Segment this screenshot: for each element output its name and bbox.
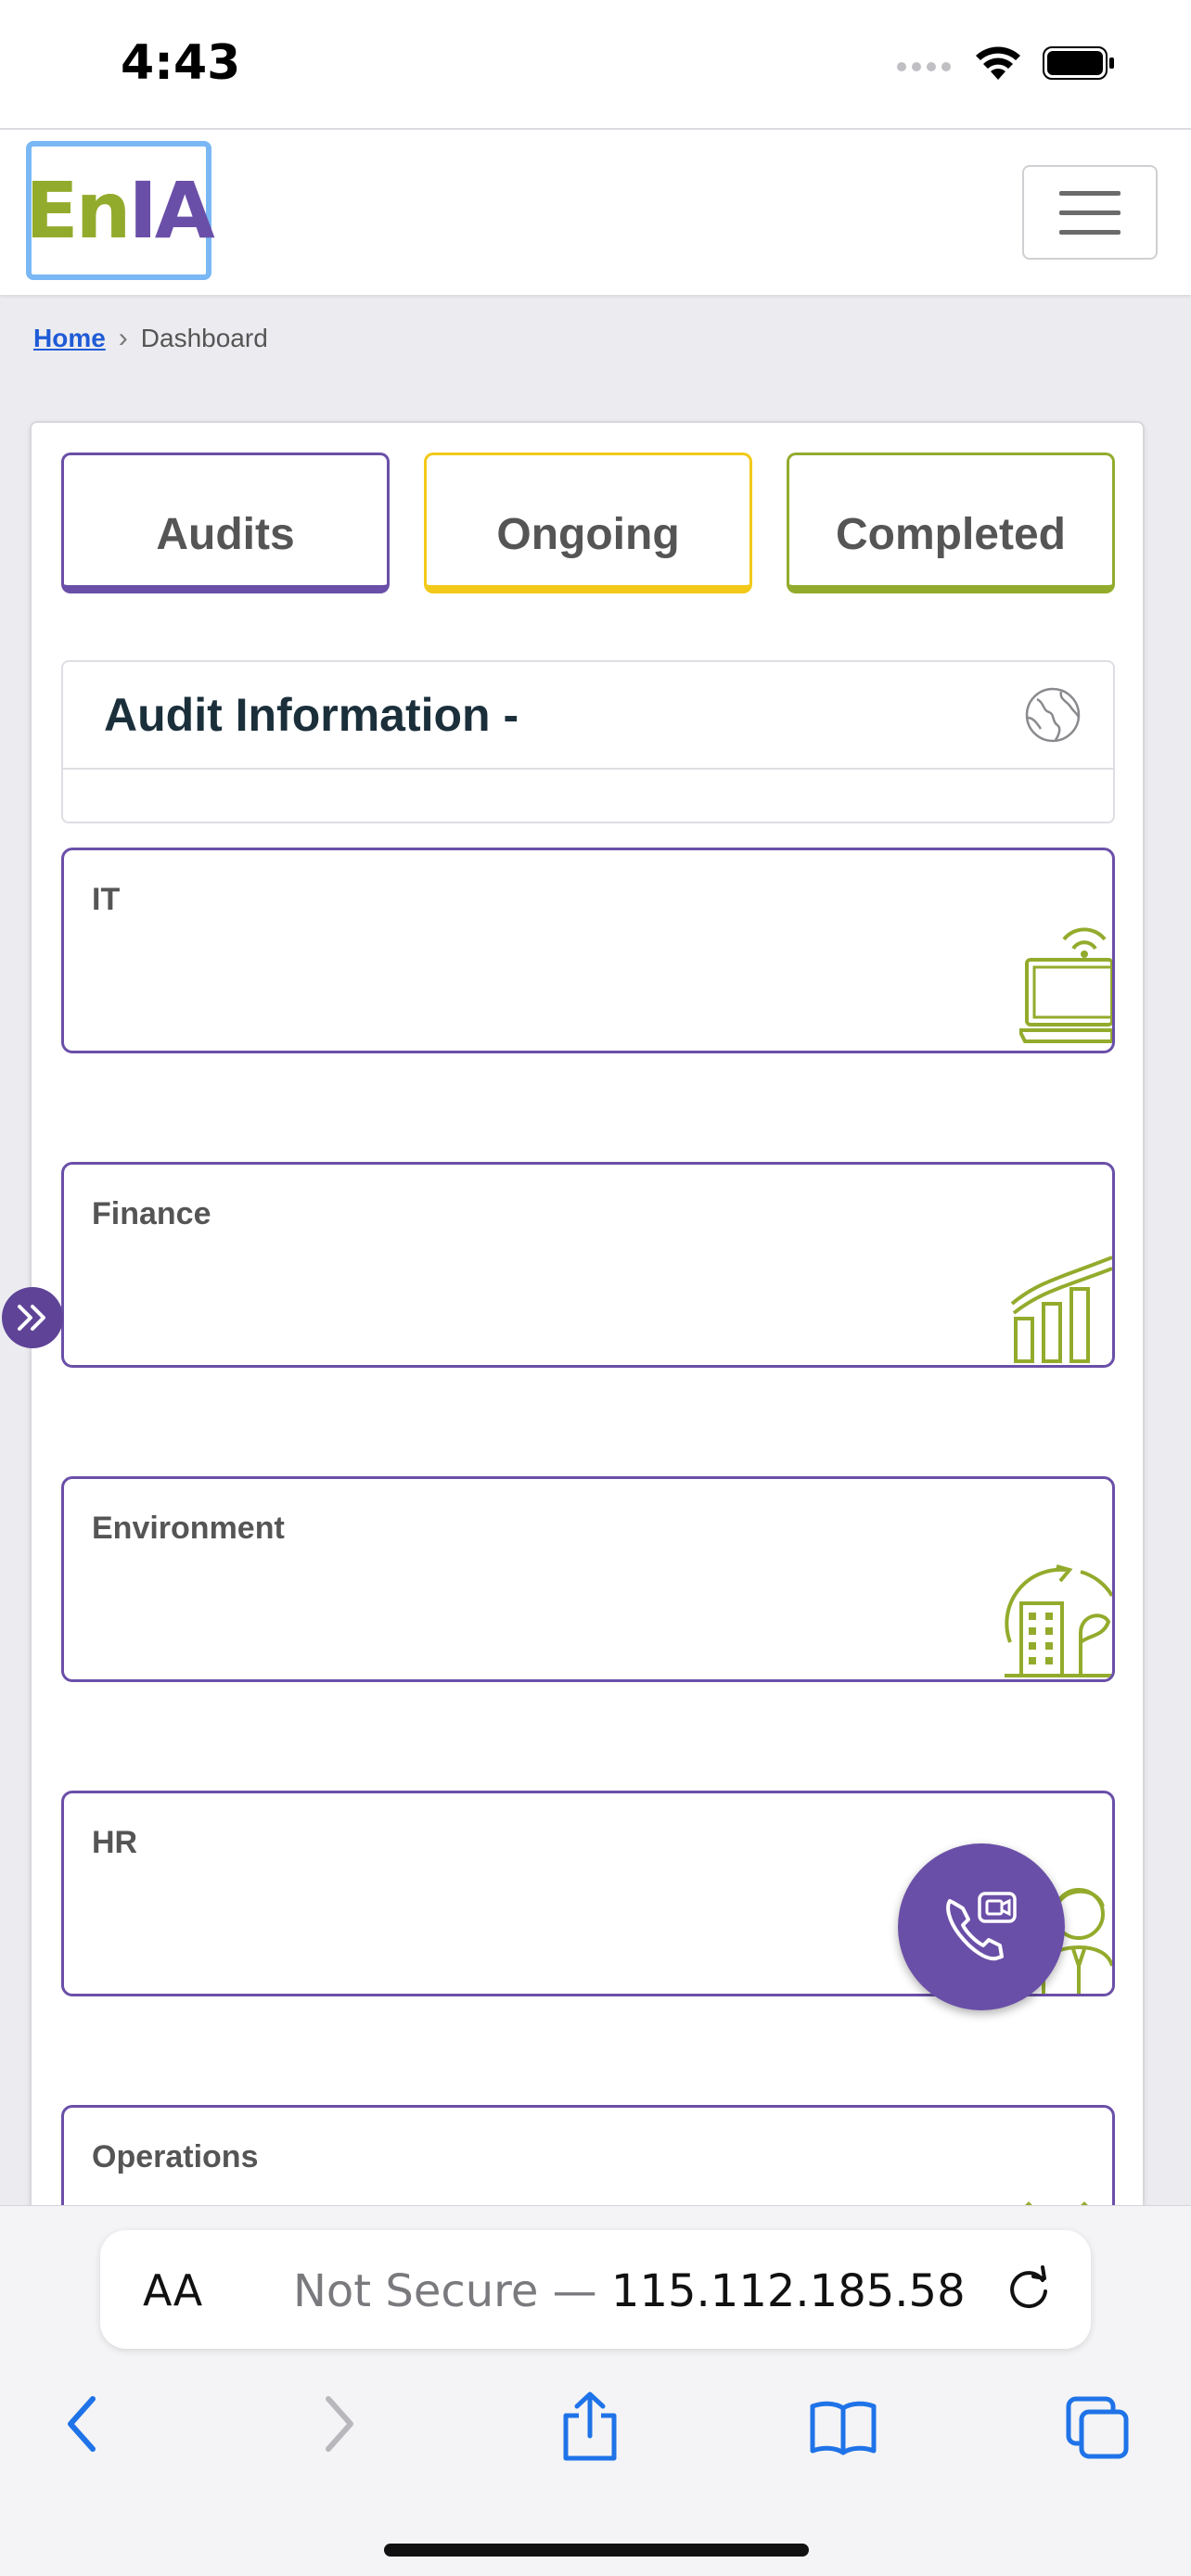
audit-information-panel: Audit Information - <box>61 660 1115 823</box>
browser-toolbar <box>0 2382 1191 2475</box>
status-icons <box>896 45 1115 82</box>
logo-part-ia: IA <box>128 165 214 256</box>
department-label: Environment <box>92 1511 285 1546</box>
bookmarks-icon[interactable] <box>809 2399 877 2456</box>
hamburger-line <box>1059 190 1121 196</box>
forward-icon[interactable] <box>319 2391 360 2456</box>
not-secure-label: Not Secure — <box>293 2265 597 2317</box>
divider <box>63 768 1113 770</box>
audit-tabs: Audits Ongoing Completed <box>61 453 1115 597</box>
department-label: Finance <box>92 1196 211 1231</box>
video-call-button[interactable] <box>898 1843 1065 2010</box>
battery-icon <box>1043 46 1114 80</box>
double-chevron-right-icon <box>18 1305 45 1331</box>
department-card-environment[interactable]: Environment <box>61 1476 1115 1682</box>
audit-information-title: Audit Information - <box>104 689 519 741</box>
text-size-button[interactable]: AA <box>143 2265 202 2315</box>
tab-ongoing[interactable]: Ongoing <box>424 453 752 593</box>
tab-audits[interactable]: Audits <box>61 453 390 593</box>
share-icon[interactable] <box>560 2391 620 2462</box>
phone-video-icon <box>946 1892 1017 1961</box>
department-label: Operations <box>92 2139 259 2174</box>
department-label: IT <box>92 882 121 917</box>
sidebar-expand-button[interactable] <box>2 1287 63 1348</box>
reload-icon[interactable] <box>1004 2264 1054 2314</box>
url-display[interactable]: Not Secure — 115.112.185.58 <box>293 2265 966 2317</box>
url-address: 115.112.185.58 <box>610 2265 966 2317</box>
tabs-icon[interactable] <box>1065 2395 1130 2460</box>
home-indicator <box>384 2544 809 2557</box>
globe-icon[interactable] <box>1024 686 1082 744</box>
browser-chrome: AA Not Secure — 115.112.185.58 <box>0 2205 1191 2576</box>
department-card-it[interactable]: IT <box>61 848 1115 1053</box>
hamburger-line <box>1059 229 1121 235</box>
breadcrumb: Home › Dashboard <box>33 323 268 354</box>
status-bar: 4:43 <box>0 0 1191 130</box>
site-header: En IA <box>0 130 1191 295</box>
logo[interactable]: En IA <box>25 141 215 280</box>
department-label: HR <box>92 1825 138 1860</box>
hamburger-menu-button[interactable] <box>1022 165 1158 260</box>
address-bar[interactable]: AA Not Secure — 115.112.185.58 <box>100 2230 1091 2349</box>
chevron-right-icon: › <box>118 323 128 353</box>
tab-completed[interactable]: Completed <box>787 453 1115 593</box>
eco-building-icon <box>1005 1564 1112 1677</box>
department-card-finance[interactable]: Finance <box>61 1162 1115 1368</box>
hamburger-line <box>1059 210 1121 215</box>
laptop-wifi-icon <box>1019 927 1112 1043</box>
breadcrumb-home-link[interactable]: Home <box>33 324 106 353</box>
wifi-icon <box>976 46 1020 80</box>
growth-chart-icon <box>1010 1256 1112 1363</box>
back-icon[interactable] <box>61 2391 102 2456</box>
breadcrumb-current: Dashboard <box>140 324 268 352</box>
logo-part-en: En <box>25 165 131 256</box>
cellular-signal-icon <box>897 62 951 71</box>
status-time: 4:43 <box>121 35 241 91</box>
